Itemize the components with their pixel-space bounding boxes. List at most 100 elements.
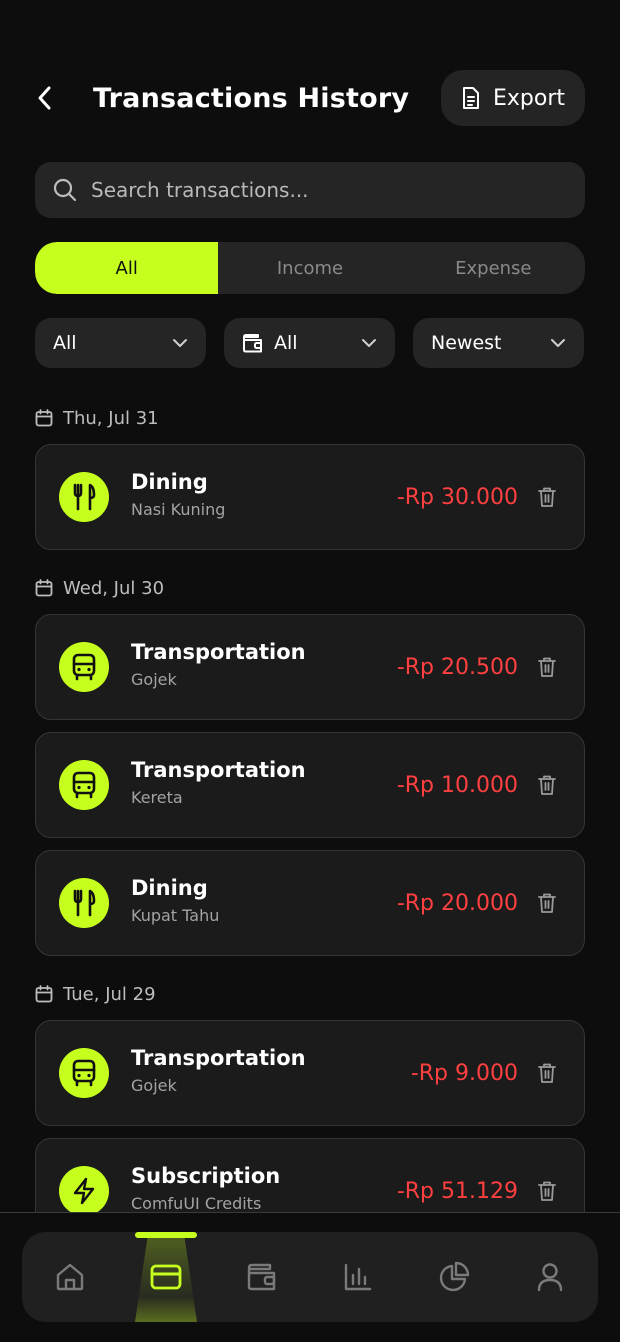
bolt-icon: [73, 1177, 95, 1205]
transaction-text: Dining Nasi Kuning: [131, 470, 397, 519]
delete-button[interactable]: [536, 891, 558, 915]
trash-icon: [538, 657, 556, 677]
utensils-icon: [73, 483, 96, 511]
nav-profile[interactable]: [515, 1232, 585, 1322]
transaction-note: ComfuUI Credits: [131, 1193, 262, 1213]
wallet-icon: [243, 334, 262, 353]
search-input[interactable]: [91, 178, 551, 202]
pie-chart-icon: [439, 1261, 470, 1292]
search-icon: [53, 178, 77, 202]
transaction-amount: -Rp 20.000: [396, 890, 518, 916]
wallet-filter-dropdown[interactable]: All: [224, 318, 395, 368]
category-icon-badge: [59, 472, 109, 522]
delete-button[interactable]: [536, 1061, 558, 1085]
category-icon-badge: [59, 1048, 109, 1098]
segment-all[interactable]: All: [35, 242, 219, 294]
transaction-note: Gojek: [131, 669, 177, 689]
bus-icon: [72, 1059, 96, 1087]
date-label: Wed, Jul 30: [63, 577, 165, 599]
bottom-nav: [22, 1232, 598, 1322]
date-label: Tue, Jul 29: [63, 983, 156, 1005]
chevron-down-icon: [362, 339, 376, 347]
category-icon-badge: [59, 1166, 109, 1216]
category-icon-badge: [59, 878, 109, 928]
calendar-icon: [35, 985, 53, 1003]
nav-wallet[interactable]: [227, 1232, 297, 1322]
delete-button[interactable]: [536, 655, 558, 679]
transaction-category: Transportation: [131, 1045, 306, 1070]
transaction-amount: -Rp 30.000: [396, 484, 518, 510]
user-icon: [537, 1263, 563, 1292]
wallet-icon: [247, 1263, 276, 1291]
delete-button[interactable]: [536, 1179, 558, 1203]
search-bar[interactable]: [35, 162, 585, 218]
transaction-note: Nasi Kuning: [131, 499, 226, 519]
transaction-text: Dining Kupat Tahu: [131, 876, 397, 925]
bus-icon: [72, 771, 96, 799]
category-icon-badge: [59, 760, 109, 810]
bar-chart-icon: [344, 1263, 372, 1291]
transaction-card[interactable]: Dining Nasi Kuning -Rp 30.000: [35, 444, 585, 550]
transaction-category: Transportation: [131, 757, 306, 782]
trash-icon: [538, 775, 556, 795]
transaction-text: Transportation Kereta: [131, 758, 397, 807]
transaction-amount: -Rp 51.129: [396, 1178, 518, 1204]
transaction-amount: -Rp 9.000: [410, 1060, 518, 1086]
filters-row: All All Newest: [35, 318, 585, 368]
category-icon-badge: [59, 642, 109, 692]
wallet-filter-value: All: [274, 332, 298, 354]
date-header: Tue, Jul 29: [35, 982, 156, 1006]
delete-button[interactable]: [536, 773, 558, 797]
transaction-amount: -Rp 10.000: [396, 772, 518, 798]
date-header: Wed, Jul 30: [35, 576, 164, 600]
home-icon: [56, 1263, 84, 1291]
chevron-down-icon: [551, 339, 565, 347]
transaction-category: Subscription: [131, 1163, 281, 1188]
segment-expense[interactable]: Expense: [402, 242, 585, 294]
back-button[interactable]: [35, 70, 69, 126]
transaction-category: Transportation: [131, 639, 306, 664]
page-title: Transactions History: [93, 82, 410, 114]
chevron-left-icon: [38, 86, 51, 110]
transaction-category: Dining: [131, 875, 208, 900]
calendar-icon: [35, 579, 53, 597]
trash-icon: [538, 893, 556, 913]
export-button[interactable]: Export: [441, 70, 585, 126]
category-filter-dropdown[interactable]: All: [35, 318, 206, 368]
transaction-note: Gojek: [131, 1075, 177, 1095]
date-label: Thu, Jul 31: [63, 407, 159, 429]
transaction-amount: -Rp 20.500: [396, 654, 518, 680]
sort-dropdown[interactable]: Newest: [413, 318, 584, 368]
category-filter-value: All: [53, 332, 77, 354]
transaction-note: Kupat Tahu: [131, 905, 220, 925]
transaction-note: Kereta: [131, 787, 183, 807]
segment-income[interactable]: Income: [218, 242, 401, 294]
transaction-card[interactable]: Transportation Gojek -Rp 9.000: [35, 1020, 585, 1126]
transaction-card[interactable]: Transportation Kereta -Rp 10.000: [35, 732, 585, 838]
nav-transactions[interactable]: [131, 1232, 201, 1322]
type-segmented-control: All Income Expense: [35, 242, 585, 294]
transaction-card[interactable]: Transportation Gojek -Rp 20.500: [35, 614, 585, 720]
transaction-card[interactable]: Dining Kupat Tahu -Rp 20.000: [35, 850, 585, 956]
trash-icon: [538, 487, 556, 507]
transaction-text: Subscription ComfuUI Credits: [131, 1164, 397, 1213]
transaction-text: Transportation Gojek: [131, 640, 397, 689]
calendar-icon: [35, 409, 53, 427]
transaction-text: Transportation Gojek: [131, 1046, 411, 1095]
bus-icon: [72, 653, 96, 681]
header: Transactions History Export: [35, 70, 585, 126]
utensils-icon: [73, 889, 96, 917]
date-header: Thu, Jul 31: [35, 406, 159, 430]
delete-button[interactable]: [536, 485, 558, 509]
nav-home[interactable]: [35, 1232, 105, 1322]
chevron-down-icon: [173, 339, 187, 347]
trash-icon: [538, 1063, 556, 1083]
sort-value: Newest: [431, 332, 502, 354]
trash-icon: [538, 1181, 556, 1201]
nav-statistics[interactable]: [323, 1232, 393, 1322]
document-icon: [462, 87, 479, 109]
card-icon: [150, 1264, 182, 1290]
transaction-category: Dining: [131, 469, 208, 494]
screen: Transactions History Export All Income E…: [0, 0, 620, 1342]
nav-budget[interactable]: [419, 1232, 489, 1322]
